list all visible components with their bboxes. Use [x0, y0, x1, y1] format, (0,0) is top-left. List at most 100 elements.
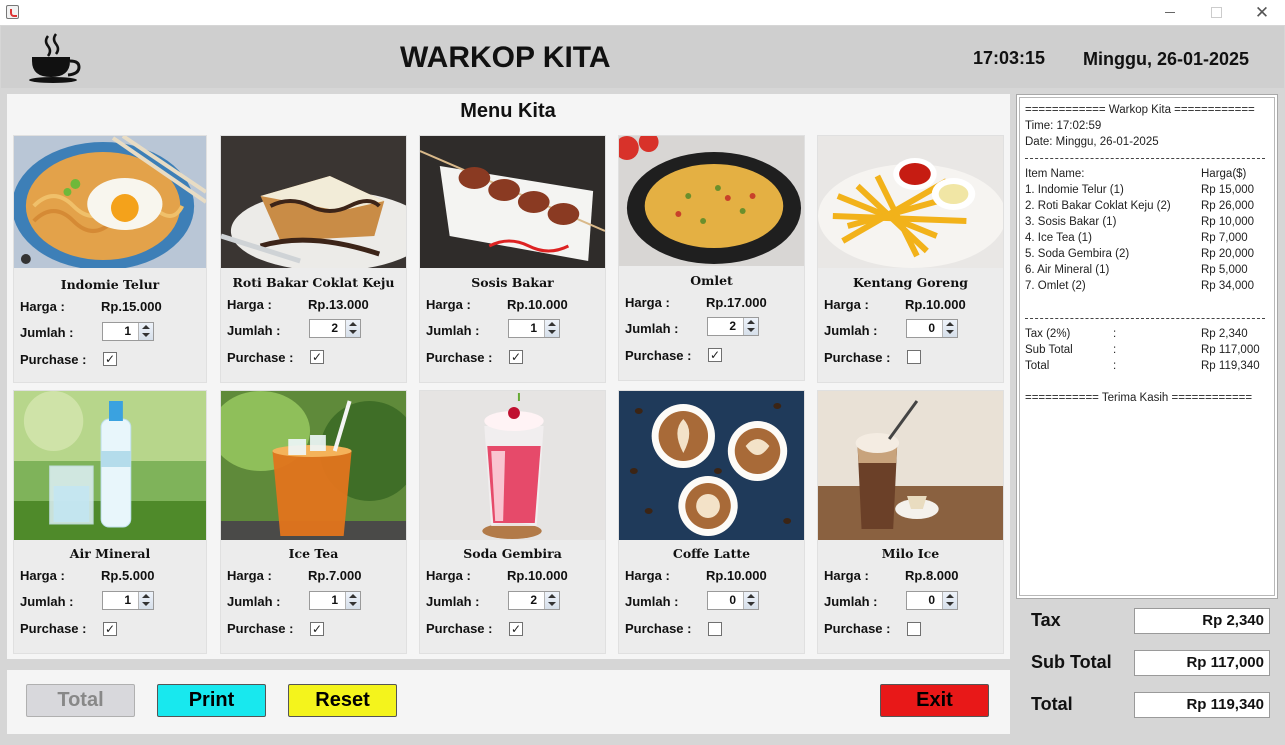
purchase-checkbox[interactable]: ✓	[708, 348, 722, 362]
qty-value[interactable]: 0	[907, 320, 941, 337]
price-label: Harga :	[426, 297, 471, 312]
qty-spinner[interactable]: 1	[508, 319, 560, 338]
qty-spinner[interactable]: 0	[906, 319, 958, 338]
qty-spinner[interactable]: 0	[906, 591, 958, 610]
spinner-up-icon[interactable]	[142, 594, 150, 598]
noodle-egg-photo	[14, 136, 206, 268]
purchase-checkbox[interactable]	[708, 622, 722, 636]
close-window-button[interactable]: ✕	[1239, 0, 1285, 25]
item-name: Air Mineral	[69, 546, 151, 561]
spinner-up-icon[interactable]	[142, 325, 150, 329]
item-name: Ice Tea	[288, 546, 339, 561]
item-price: Rp.5.000	[101, 568, 155, 583]
purchase-checkbox[interactable]	[907, 622, 921, 636]
qty-value[interactable]: 1	[509, 320, 543, 337]
price-label: Harga :	[625, 295, 670, 310]
item-price: Rp.10.000	[706, 568, 767, 583]
spinner-down-icon[interactable]	[747, 328, 755, 332]
spinner-up-icon[interactable]	[747, 320, 755, 324]
qty-spinner[interactable]: 1	[309, 591, 361, 610]
spinner-down-icon[interactable]	[548, 330, 556, 334]
menu-card-milo-ice: Milo Ice Harga : Rp.8.000 Jumlah : 0 Pur…	[817, 390, 1004, 654]
latte-photo	[619, 391, 804, 540]
qty-value[interactable]: 2	[509, 592, 543, 609]
purchase-label: Purchase :	[426, 621, 493, 636]
qty-label: Jumlah :	[227, 323, 281, 338]
qty-spinner[interactable]: 1	[102, 322, 154, 341]
receipt-line-item: 1. Indomie Telur (1)	[1025, 184, 1124, 196]
price-label: Harga :	[227, 568, 272, 583]
purchase-checkbox[interactable]: ✓	[103, 622, 117, 636]
purchase-label: Purchase :	[20, 621, 87, 636]
coffee-cup-icon	[29, 33, 81, 83]
qty-value[interactable]: 2	[708, 318, 742, 335]
price-label: Harga :	[20, 568, 65, 583]
spinner-down-icon[interactable]	[747, 602, 755, 606]
menu-card-sosis-bakar: Sosis Bakar Harga : Rp.10.000 Jumlah : 1…	[419, 135, 606, 383]
spinner-down-icon[interactable]	[946, 330, 954, 334]
qty-value[interactable]: 2	[310, 320, 344, 337]
receipt-date: Date: Minggu, 26-01-2025	[1025, 136, 1159, 148]
purchase-checkbox[interactable]: ✓	[310, 350, 324, 364]
subtotal-label: Sub Total	[1031, 652, 1112, 672]
subtotal-field[interactable]: Rp 117,000	[1134, 650, 1270, 676]
qty-value[interactable]: 1	[103, 592, 137, 609]
qty-value[interactable]: 1	[310, 592, 344, 609]
spinner-down-icon[interactable]	[946, 602, 954, 606]
reset-button[interactable]: Reset	[288, 684, 397, 717]
qty-value[interactable]: 0	[907, 592, 941, 609]
total-button[interactable]: Total	[26, 684, 135, 717]
purchase-checkbox[interactable]: ✓	[509, 350, 523, 364]
qty-spinner[interactable]: 2	[309, 319, 361, 338]
spinner-down-icon[interactable]	[142, 333, 150, 337]
qty-spinner[interactable]: 0	[707, 591, 759, 610]
spinner-down-icon[interactable]	[548, 602, 556, 606]
tax-field[interactable]: Rp 2,340	[1134, 608, 1270, 634]
qty-spinner[interactable]: 1	[102, 591, 154, 610]
purchase-checkbox[interactable]: ✓	[310, 622, 324, 636]
purchase-label: Purchase :	[227, 621, 294, 636]
item-name: Coffe Latte	[672, 546, 751, 561]
spinner-down-icon[interactable]	[349, 330, 357, 334]
price-label: Harga :	[824, 568, 869, 583]
spinner-up-icon[interactable]	[349, 594, 357, 598]
receipt-line-item: 7. Omlet (2)	[1025, 280, 1086, 292]
spinner-up-icon[interactable]	[349, 322, 357, 326]
qty-label: Jumlah :	[824, 594, 878, 609]
fries-photo	[818, 136, 1003, 268]
spinner-up-icon[interactable]	[946, 322, 954, 326]
soda-photo	[420, 391, 605, 540]
maximize-button[interactable]	[1193, 0, 1239, 25]
sausage-photo	[420, 136, 605, 268]
price-label: Harga :	[426, 568, 471, 583]
spinner-up-icon[interactable]	[548, 322, 556, 326]
spinner-up-icon[interactable]	[548, 594, 556, 598]
toast-photo	[221, 136, 406, 268]
receipt-colon: :	[1113, 344, 1117, 356]
spinner-down-icon[interactable]	[349, 602, 357, 606]
purchase-label: Purchase :	[426, 350, 493, 365]
purchase-label: Purchase :	[20, 352, 87, 367]
total-field[interactable]: Rp 119,340	[1134, 692, 1270, 718]
app-title: WARKOP KITA	[400, 41, 611, 74]
spinner-up-icon[interactable]	[747, 594, 755, 598]
qty-spinner[interactable]: 2	[508, 591, 560, 610]
item-price: Rp.10.000	[905, 297, 966, 312]
qty-spinner[interactable]: 2	[707, 317, 759, 336]
receipt-line-price: Rp 34,000	[1201, 280, 1255, 292]
minimize-button[interactable]	[1147, 0, 1193, 25]
qty-value[interactable]: 1	[103, 323, 137, 340]
receipt-col-item: Item Name:	[1025, 168, 1085, 180]
spinner-down-icon[interactable]	[142, 602, 150, 606]
purchase-checkbox[interactable]	[907, 350, 921, 364]
exit-button[interactable]: Exit	[880, 684, 989, 717]
qty-value[interactable]: 0	[708, 592, 742, 609]
qty-label: Jumlah :	[227, 594, 281, 609]
price-label: Harga :	[625, 568, 670, 583]
qty-label: Jumlah :	[20, 594, 74, 609]
print-button[interactable]: Print	[157, 684, 266, 717]
spinner-up-icon[interactable]	[946, 594, 954, 598]
purchase-checkbox[interactable]: ✓	[103, 352, 117, 366]
item-price: Rp.7.000	[308, 568, 362, 583]
purchase-checkbox[interactable]: ✓	[509, 622, 523, 636]
